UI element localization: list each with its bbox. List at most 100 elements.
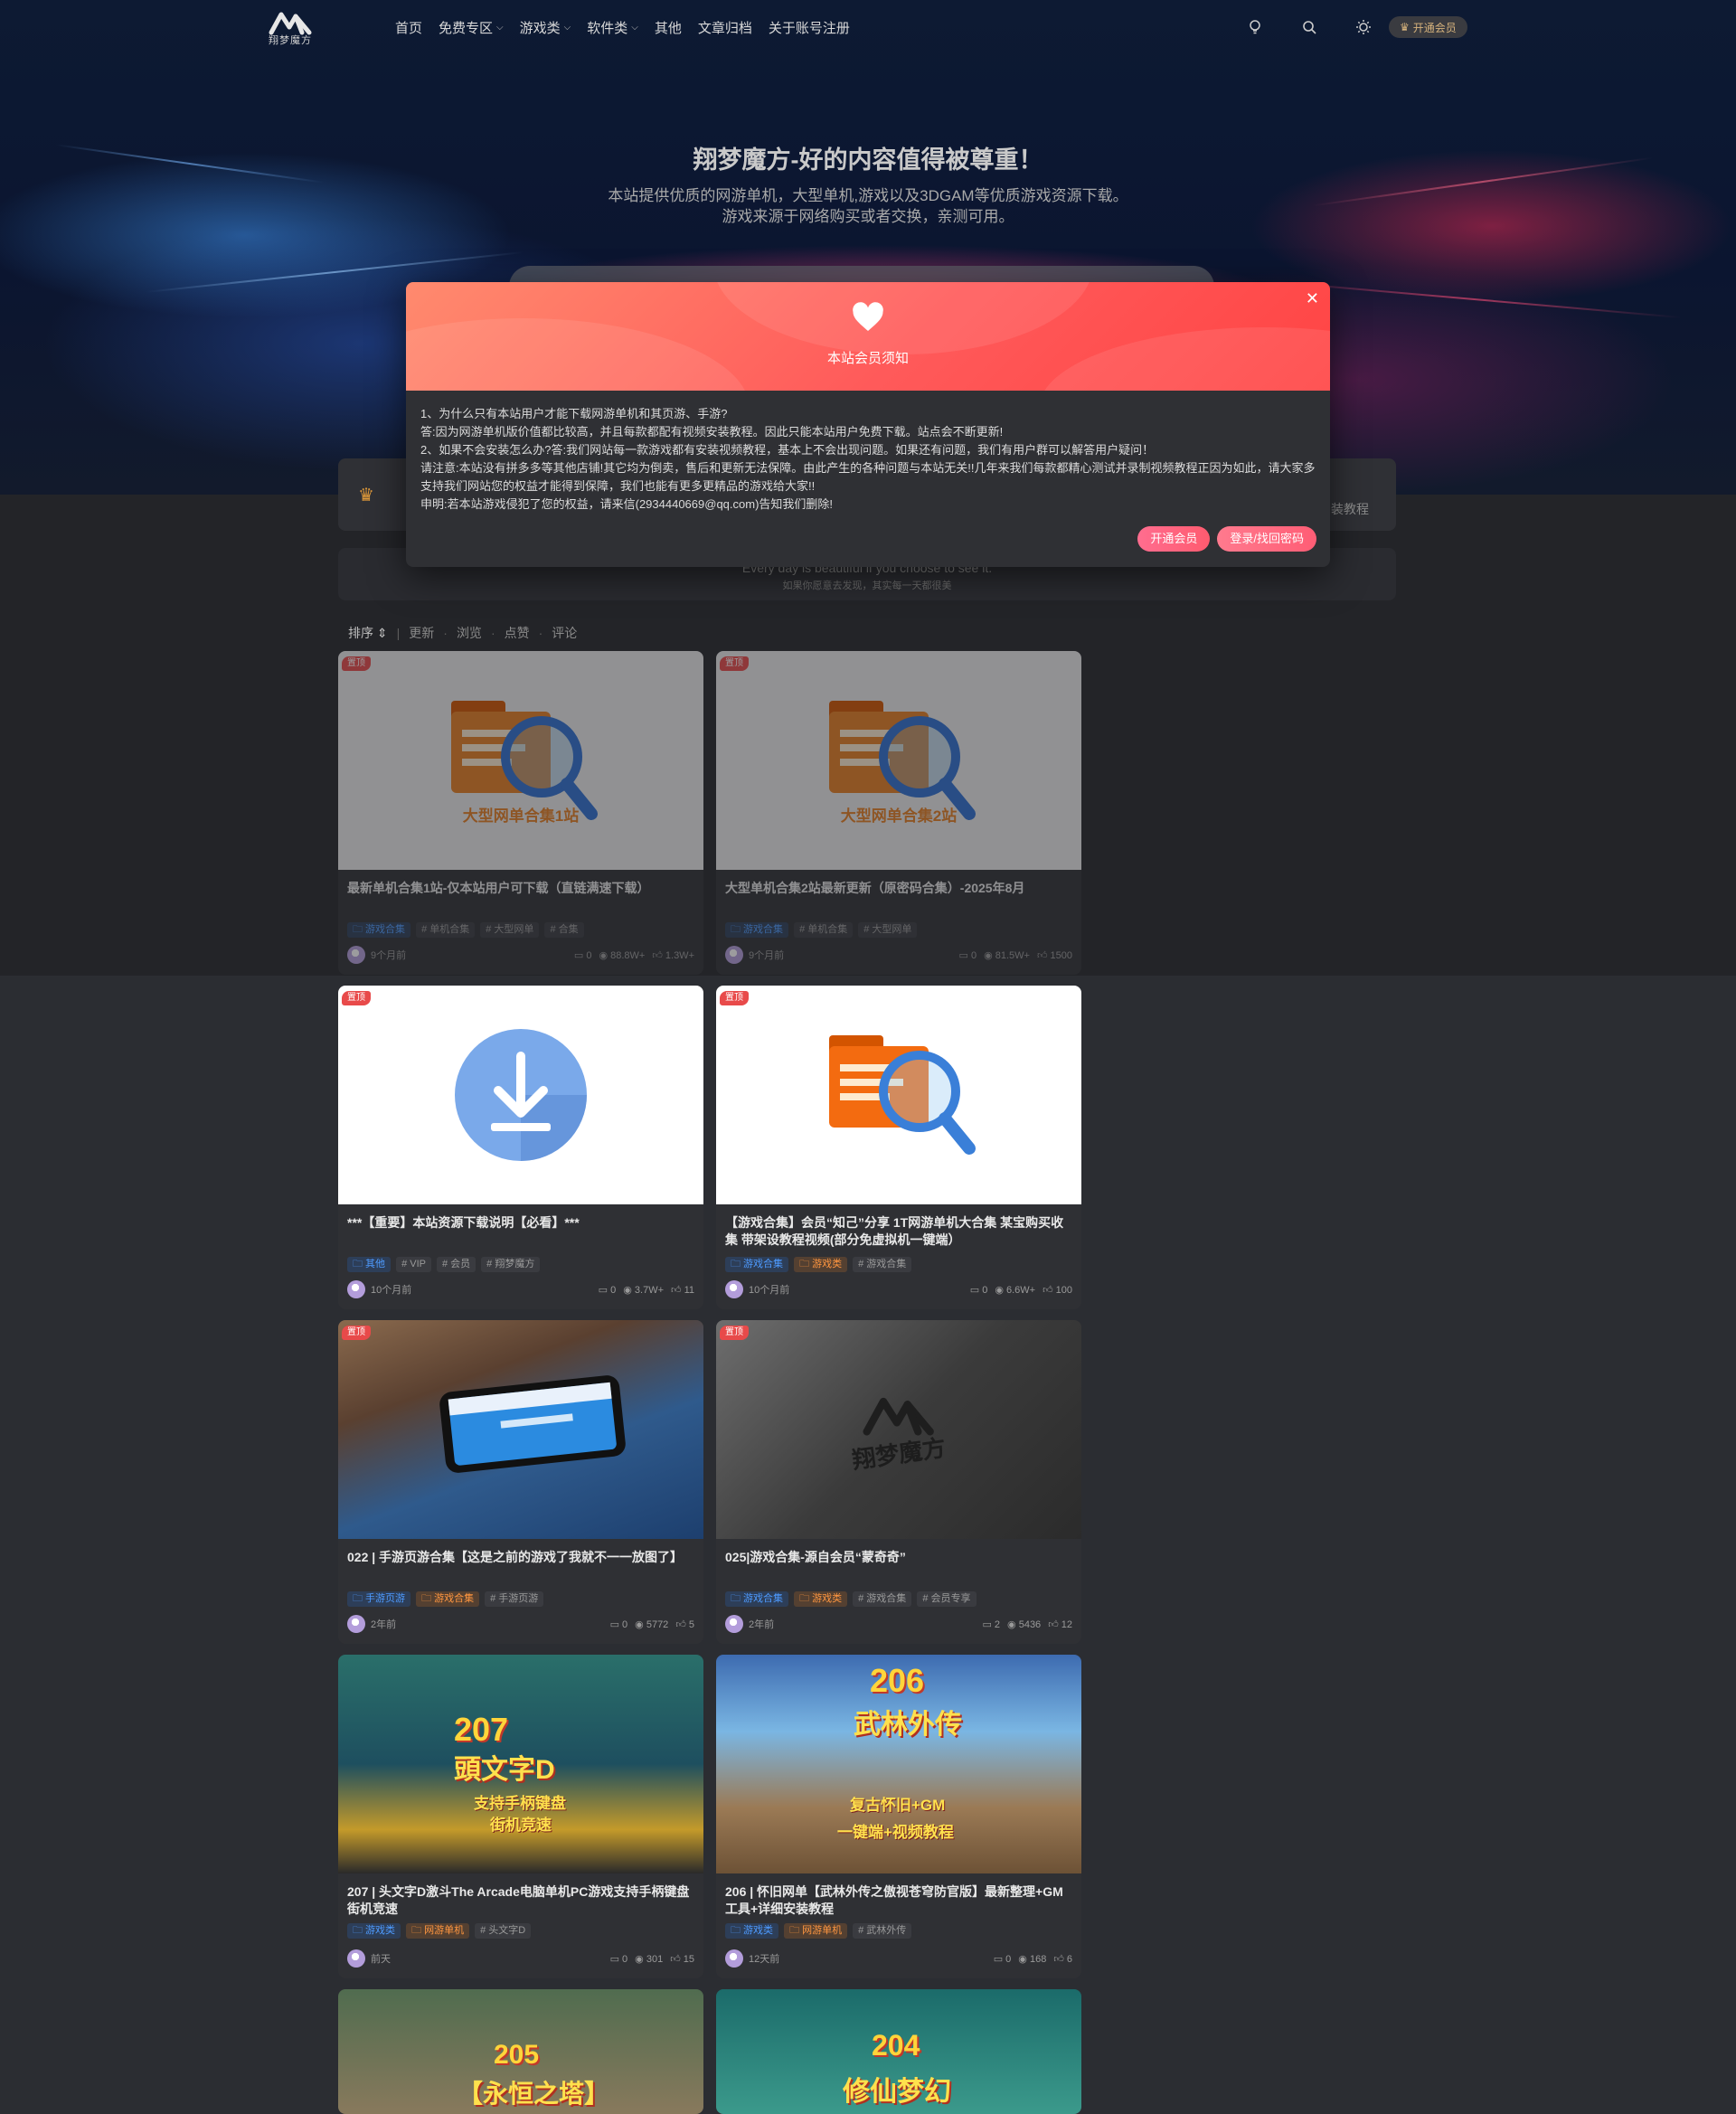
- tag-chip[interactable]: # 翔梦魔方: [481, 1257, 541, 1272]
- menu-item-register[interactable]: 关于账号注册: [769, 18, 850, 37]
- tag-chip[interactable]: 🗀 游戏合集: [725, 922, 789, 938]
- post-thumbnail[interactable]: [716, 986, 1081, 1204]
- chevron-down-icon: ⌵: [563, 23, 571, 33]
- tag-chip[interactable]: # 单机合集: [794, 922, 854, 938]
- avatar[interactable]: [725, 946, 743, 964]
- tag-chip[interactable]: # 会员专享: [917, 1591, 976, 1607]
- tag-chip[interactable]: # 大型网单: [858, 922, 918, 938]
- tag-chip[interactable]: 🗀 游戏合集: [347, 922, 411, 938]
- post-thumbnail[interactable]: 翔梦魔方: [716, 1320, 1081, 1539]
- sort-option-views[interactable]: 浏览: [457, 624, 482, 642]
- tag-chip[interactable]: # 合集: [544, 922, 584, 938]
- tag-chip[interactable]: # 头文字D: [475, 1923, 532, 1939]
- like-count[interactable]: 👍︎ 5: [675, 1619, 694, 1630]
- avatar[interactable]: [347, 1949, 365, 1968]
- avatar[interactable]: [347, 1280, 365, 1298]
- tag-chip[interactable]: # 会员: [436, 1257, 476, 1272]
- post-thumbnail[interactable]: 207 頭文字D 支持手柄键盘 街机竞速: [338, 1655, 703, 1873]
- post-card[interactable]: 置顶 【游戏合集】会员“知己”分享 1T网游单机大合集 某宝购买收集 带架设教程…: [716, 986, 1081, 1309]
- hero-subtitle-line: 本站提供优质的网游单机，大型单机,游戏以及3DGAM等优质游戏资源下载。: [608, 187, 1128, 204]
- tag-chip[interactable]: # VIP: [396, 1257, 431, 1272]
- tag-chip[interactable]: # 大型网单: [480, 922, 540, 938]
- post-title[interactable]: 【游戏合集】会员“知己”分享 1T网游单机大合集 某宝购买收集 带架设教程视频(…: [725, 1214, 1072, 1249]
- tag-chip[interactable]: 🗀 游戏合集: [416, 1591, 480, 1607]
- post-card[interactable]: 大型网单合集1站 置顶 最新单机合集1站-仅本站用户可下载（直链满速下载） 🗀 …: [338, 651, 703, 975]
- like-count[interactable]: 👍︎ 11: [671, 1284, 694, 1296]
- post-thumbnail[interactable]: 大型网单合集2站: [716, 651, 1081, 870]
- tag-chip[interactable]: 🗀 游戏类: [347, 1923, 401, 1939]
- avatar[interactable]: [347, 1615, 365, 1633]
- avatar[interactable]: [725, 1280, 743, 1298]
- menu-item-home[interactable]: 首页: [395, 18, 422, 37]
- tag-chip[interactable]: 🗀 游戏类: [794, 1591, 848, 1607]
- open-vip-button[interactable]: 开通会员: [1137, 526, 1211, 552]
- post-tags: 🗀 游戏合集 # 单机合集 # 大型网单: [725, 922, 918, 938]
- post-card[interactable]: 207 頭文字D 支持手柄键盘 街机竞速 207 | 头文字D激斗The Arc…: [338, 1655, 703, 1978]
- tag-chip[interactable]: # 单机合集: [416, 922, 476, 938]
- like-count[interactable]: 👍︎ 12: [1048, 1619, 1072, 1630]
- post-title[interactable]: 207 | 头文字D激斗The Arcade电脑单机PC游戏支持手柄键盘街机竞速: [347, 1883, 694, 1918]
- menu-item-other[interactable]: 其他: [655, 18, 682, 37]
- post-time: 9个月前: [749, 950, 785, 961]
- tag-chip[interactable]: # 手游页游: [485, 1591, 544, 1607]
- like-count[interactable]: 👍︎ 1.3W+: [652, 949, 694, 961]
- post-time: 前天: [371, 1954, 391, 1965]
- post-title[interactable]: 大型单机合集2站最新更新（原密码合集）-2025年8月: [725, 880, 1072, 897]
- like-count[interactable]: 👍︎ 1500: [1037, 949, 1072, 961]
- avatar[interactable]: [725, 1949, 743, 1968]
- sort-option-comments[interactable]: 评论: [552, 624, 577, 642]
- post-title[interactable]: 022 | 手游页游合集【这是之前的游戏了我就不一一放图了】: [347, 1549, 694, 1566]
- post-card[interactable]: 置顶 022 | 手游页游合集【这是之前的游戏了我就不一一放图了】 🗀 手游页游…: [338, 1320, 703, 1644]
- avatar[interactable]: [347, 946, 365, 964]
- like-count[interactable]: 👍︎ 6: [1053, 1953, 1072, 1965]
- tag-chip[interactable]: 🗀 网游单机: [784, 1923, 848, 1939]
- like-count[interactable]: 👍︎ 15: [670, 1953, 694, 1965]
- sort-option-update[interactable]: 更新: [409, 624, 434, 642]
- menu-item-archive[interactable]: 文章归档: [698, 18, 752, 37]
- post-time: 2年前: [371, 1619, 397, 1630]
- tag-chip[interactable]: 🗀 其他: [347, 1257, 392, 1272]
- tag-chip[interactable]: # 游戏合集: [853, 1591, 912, 1607]
- sort-toggle[interactable]: 排序 ⇕: [348, 624, 388, 642]
- sort-option-likes[interactable]: 点赞: [505, 624, 530, 642]
- post-card[interactable]: 206 武林外传 复古怀旧+GM 一键端+视频教程 206 | 怀旧网单【武林外…: [716, 1655, 1081, 1978]
- notice-line: 答:因为网游单机版价值都比较高，并且每款都配有视频安装教程。因此只能本站用户免费…: [420, 425, 1004, 439]
- post-thumbnail[interactable]: 205 【永恒之塔】: [338, 1989, 703, 2114]
- post-card[interactable]: 204 修仙梦幻: [716, 1989, 1081, 2114]
- post-thumbnail[interactable]: [338, 1320, 703, 1539]
- tag-chip[interactable]: # 武林外传: [853, 1923, 912, 1939]
- login-recover-button[interactable]: 登录/找回密码: [1217, 526, 1316, 552]
- post-card[interactable]: 翔梦魔方 置顶 025|游戏合集-源自会员“蒙奇奇” 🗀 游戏合集 🗀 游戏类 # …: [716, 1320, 1081, 1644]
- post-thumbnail[interactable]: 204 修仙梦幻: [716, 1989, 1081, 2114]
- vip-button[interactable]: ♛ 开通会员: [1389, 16, 1467, 38]
- tag-chip[interactable]: 🗀 游戏类: [794, 1257, 848, 1272]
- tag-chip[interactable]: 🗀 网游单机: [406, 1923, 470, 1939]
- search-icon[interactable]: [1300, 18, 1318, 36]
- like-count[interactable]: 👍︎ 100: [1043, 1284, 1072, 1296]
- post-title[interactable]: 最新单机合集1站-仅本站用户可下载（直链满速下载）: [347, 880, 694, 897]
- notice-right-text[interactable]: 装教程: [1331, 500, 1369, 518]
- post-title[interactable]: ***【重要】本站资源下载说明【必看】***: [347, 1214, 694, 1232]
- game-title: 【永恒之塔】: [458, 2080, 610, 2108]
- lightbulb-icon[interactable]: [1246, 18, 1264, 36]
- sun-icon[interactable]: [1354, 18, 1373, 36]
- tag-chip[interactable]: 🗀 游戏类: [725, 1923, 779, 1939]
- avatar[interactable]: [725, 1615, 743, 1633]
- game-feature: 一键端+视频教程: [837, 1824, 954, 1841]
- post-card[interactable]: 大型网单合集2站 置顶 大型单机合集2站最新更新（原密码合集）-2025年8月 …: [716, 651, 1081, 975]
- menu-item-free[interactable]: 免费专区 ⌵: [439, 18, 504, 37]
- post-card[interactable]: 205 【永恒之塔】: [338, 1989, 703, 2114]
- post-title[interactable]: 206 | 怀旧网单【武林外传之傲视苍穹防官版】最新整理+GM工具+详细安装教程: [725, 1883, 1072, 1918]
- post-thumbnail[interactable]: 206 武林外传 复古怀旧+GM 一键端+视频教程: [716, 1655, 1081, 1873]
- tag-chip[interactable]: 🗀 手游页游: [347, 1591, 411, 1607]
- post-card[interactable]: 置顶 ***【重要】本站资源下载说明【必看】*** 🗀 其他 # VIP # 会员 #…: [338, 986, 703, 1309]
- tag-chip[interactable]: 🗀 游戏合集: [725, 1257, 789, 1272]
- tag-chip[interactable]: # 游戏合集: [853, 1257, 912, 1272]
- menu-item-software[interactable]: 软件类 ⌵: [587, 18, 638, 37]
- post-thumbnail[interactable]: 大型网单合集1站: [338, 651, 703, 870]
- post-thumbnail[interactable]: [338, 986, 703, 1204]
- tag-chip[interactable]: 🗀 游戏合集: [725, 1591, 789, 1607]
- post-title[interactable]: 025|游戏合集-源自会员“蒙奇奇”: [725, 1549, 1072, 1566]
- close-icon[interactable]: ✕: [1306, 289, 1319, 308]
- menu-item-games[interactable]: 游戏类 ⌵: [520, 18, 571, 37]
